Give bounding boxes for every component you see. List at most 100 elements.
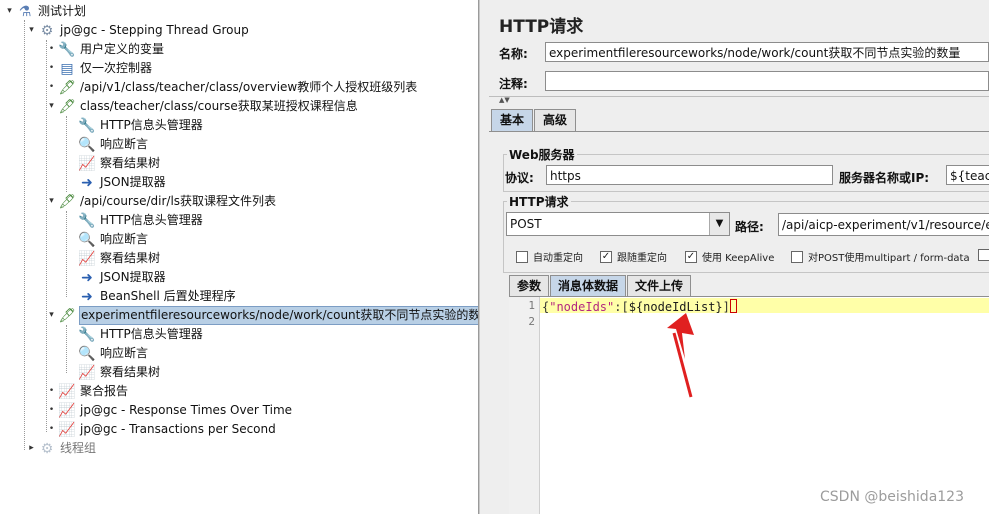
- tree-node-label: 响应断言: [100, 137, 149, 151]
- tree-node-label: 察看结果树: [100, 365, 161, 379]
- graph-icon: 📈: [58, 383, 76, 400]
- tree-node[interactable]: 📈 察看结果树: [78, 154, 161, 173]
- tree-node-label: 响应断言: [100, 346, 149, 360]
- tree-node[interactable]: ▤ 仅一次控制器: [58, 59, 153, 78]
- tree-node[interactable]: 🔧 HTTP信息头管理器: [78, 116, 204, 135]
- tree-node[interactable]: 🔧 HTTP信息头管理器: [78, 211, 204, 230]
- tree-node-label: /api/v1/class/teacher/class/overview教师个人…: [80, 80, 418, 94]
- tree-node-label: 聚合报告: [80, 384, 129, 398]
- tree-node[interactable]: ➜ JSON提取器: [78, 268, 167, 287]
- extra-checkbox[interactable]: [978, 249, 989, 261]
- tree-node-label: 响应断言: [100, 232, 149, 246]
- keepalive-checkbox[interactable]: ✓ 使用 KeepAlive: [685, 249, 774, 264]
- tree-node-label: /api/course/dir/ls获取课程文件列表: [80, 194, 277, 208]
- tab-basic[interactable]: 基本: [491, 109, 534, 131]
- tree-node-label: JSON提取器: [100, 270, 166, 284]
- tree-node-label: jp@gc - Transactions per Second: [80, 422, 276, 436]
- tree-node[interactable]: 📈 jp@gc - Response Times Over Time: [58, 401, 293, 420]
- tree-node[interactable]: 🔧 用户定义的变量: [58, 40, 165, 59]
- tree-node[interactable]: 📈 聚合报告: [58, 382, 129, 401]
- tree-node-label: JSON提取器: [100, 175, 166, 189]
- tree-node-label: 察看结果树: [100, 251, 161, 265]
- gear-icon: ⚙: [40, 440, 54, 457]
- tree-toggle-icon[interactable]: ▾: [47, 311, 56, 320]
- tree-node-label: 察看结果树: [100, 156, 161, 170]
- tree-node-label: BeanShell 后置处理程序: [100, 289, 236, 303]
- extractor-icon: ➜: [81, 288, 93, 305]
- tree-node[interactable]: 🔧 HTTP信息头管理器: [78, 325, 204, 344]
- magnifier-icon: 🔍: [78, 231, 96, 248]
- tree-toggle-icon[interactable]: ▾: [47, 197, 56, 206]
- name-field[interactable]: experimentfileresourceworks/node/work/co…: [545, 42, 989, 62]
- multipart-label: 对POST使用multipart / form-data: [808, 253, 970, 264]
- tree-node[interactable]: 🔍 响应断言: [78, 230, 149, 249]
- chevron-down-icon[interactable]: ▼: [709, 213, 729, 235]
- tree-toggle-icon[interactable]: ▾: [5, 7, 14, 16]
- tree-node[interactable]: ⚗ 测试计划: [16, 2, 87, 21]
- annotation-arrow-icon: [667, 313, 694, 398]
- wrench-icon: 🔧: [78, 326, 96, 343]
- tab-parameters[interactable]: 参数: [509, 275, 550, 296]
- flask-icon: ⚗: [18, 3, 32, 20]
- graph-icon: 📈: [78, 250, 96, 267]
- graph-icon: 📈: [58, 421, 76, 438]
- follow-redirect-checkbox[interactable]: ✓ 跟随重定向: [600, 249, 667, 264]
- auto-redirect-label: 自动重定向: [533, 253, 583, 264]
- tree-node[interactable]: 🖋 experimentfileresourceworks/node/work/c…: [58, 306, 478, 325]
- tab-body-data[interactable]: 消息体数据: [550, 275, 627, 296]
- tree-node-label: jp@gc - Stepping Thread Group: [60, 23, 249, 37]
- collapse-divider[interactable]: [489, 96, 989, 103]
- tree-node-label: HTTP信息头管理器: [100, 213, 203, 227]
- multipart-checkbox[interactable]: 对POST使用multipart / form-data: [791, 249, 970, 264]
- comment-field[interactable]: [545, 71, 989, 91]
- tree-toggle-icon[interactable]: ▾: [27, 26, 36, 35]
- magnifier-icon: 🔍: [78, 345, 96, 362]
- collapse-arrows-icon[interactable]: ▲▼: [499, 96, 510, 104]
- tree-node-label: jp@gc - Response Times Over Time: [80, 403, 293, 417]
- body-tabs: 参数 消息体数据 文件上传: [509, 275, 692, 296]
- tree-node[interactable]: 🖋 class/teacher/class/course获取某班授权课程信息: [58, 97, 359, 116]
- body-editor[interactable]: 1 2 {"nodeIds":[${nodeIdList}]: [509, 296, 989, 514]
- method-select[interactable]: POST ▼: [506, 212, 730, 236]
- tree-node[interactable]: ⚙ 线程组: [38, 439, 97, 458]
- tree-node[interactable]: 📈 察看结果树: [78, 249, 161, 268]
- tab-advanced[interactable]: 高级: [534, 109, 577, 131]
- checkbox-icon[interactable]: [791, 250, 803, 263]
- tree-node[interactable]: 🖋 /api/course/dir/ls获取课程文件列表: [58, 192, 277, 211]
- tree-node[interactable]: 📈 察看结果树: [78, 363, 161, 382]
- tree-node[interactable]: 🔍 响应断言: [78, 135, 149, 154]
- server-name-field[interactable]: ${teach: [946, 165, 989, 185]
- tree-node-label: HTTP信息头管理器: [100, 327, 203, 341]
- test-plan-tree[interactable]: ⚗ 测试计划 ▾ ⚙ jp@gc - Stepping Thread Group ▾ 🔧 用户…: [0, 0, 479, 514]
- graph-icon: 📈: [78, 155, 96, 172]
- web-server-title: Web服务器: [507, 146, 577, 163]
- http-request-title: HTTP请求: [507, 193, 571, 210]
- config-tabs: 基本 高级: [491, 109, 577, 131]
- follow-redirect-label: 跟随重定向: [617, 253, 667, 264]
- keepalive-label: 使用 KeepAlive: [702, 253, 775, 264]
- pipette-icon: 🖋: [58, 79, 76, 96]
- tree-toggle-icon[interactable]: ▸: [27, 444, 36, 453]
- tree-node[interactable]: 📈 jp@gc - Transactions per Second: [58, 420, 277, 439]
- checkbox-icon[interactable]: [516, 250, 528, 263]
- auto-redirect-checkbox[interactable]: 自动重定向: [516, 249, 583, 264]
- protocol-label: 协议:: [505, 171, 534, 185]
- tree-node[interactable]: 🖋 /api/v1/class/teacher/class/overview教师个…: [58, 78, 418, 97]
- tree-node-label: class/teacher/class/course获取某班授权课程信息: [80, 99, 358, 113]
- tree-toggle-icon[interactable]: ▾: [47, 102, 56, 111]
- graph-icon: 📈: [58, 402, 76, 419]
- checkbox-icon[interactable]: [978, 249, 989, 261]
- tree-node-label: 线程组: [60, 441, 97, 455]
- checkbox-icon[interactable]: ✓: [685, 250, 697, 263]
- tab-file-upload[interactable]: 文件上传: [627, 275, 692, 296]
- tree-leaf-icon: •: [48, 424, 55, 434]
- tree-node[interactable]: ⚙ jp@gc - Stepping Thread Group: [38, 21, 250, 40]
- tree-node[interactable]: ➜ JSON提取器: [78, 173, 167, 192]
- pipette-icon: 🖋: [58, 98, 76, 115]
- path-field[interactable]: /api/aicp-experiment/v1/resource/expe: [778, 213, 989, 236]
- tree-node[interactable]: 🔍 响应断言: [78, 344, 149, 363]
- checkbox-icon[interactable]: ✓: [600, 250, 612, 263]
- protocol-field[interactable]: https: [546, 165, 833, 185]
- tree-node-label: 测试计划: [38, 4, 87, 18]
- tree-node[interactable]: ➜ BeanShell 后置处理程序: [78, 287, 237, 306]
